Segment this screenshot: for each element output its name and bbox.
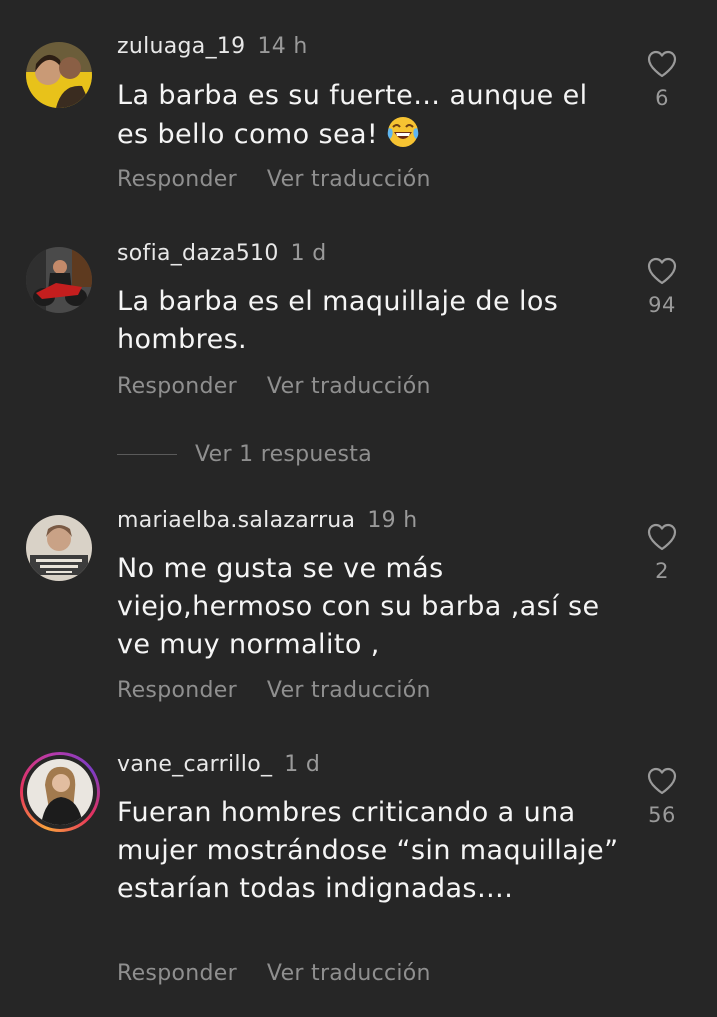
avatar-image-frame xyxy=(27,759,93,825)
comment-body: No me gusta se ve más viejo,hermoso con … xyxy=(117,553,600,660)
avatar-image xyxy=(26,515,92,581)
like-count: 2 xyxy=(655,559,669,583)
username[interactable]: sofia_daza510 xyxy=(117,241,279,266)
comment-actions: Responder Ver traducción xyxy=(117,167,431,192)
see-translation-button[interactable]: Ver traducción xyxy=(267,961,431,986)
username[interactable]: mariaelba.salazarrua xyxy=(117,508,355,533)
heart-outline-icon[interactable] xyxy=(647,767,677,795)
avatar[interactable] xyxy=(26,42,92,108)
comment-text: La barba es el maquillaje de los hombres… xyxy=(117,283,627,359)
avatar-with-story-ring[interactable] xyxy=(20,752,100,832)
story-ring-gap xyxy=(23,755,97,829)
comment-body: Fueran hombres criticando a una mujer mo… xyxy=(117,797,619,904)
see-translation-button[interactable]: Ver traducción xyxy=(267,678,431,703)
like-count: 56 xyxy=(648,803,676,827)
replies-divider xyxy=(117,454,177,455)
like-button[interactable]: 56 xyxy=(630,767,694,827)
comment-meta: vane_carrillo_ 1 d xyxy=(117,752,320,777)
comment-text: La barba es su fuerte… aunque el es bell… xyxy=(117,77,627,160)
heart-outline-icon[interactable] xyxy=(647,50,677,78)
comment-actions: Responder Ver traducción xyxy=(117,961,431,986)
reply-button[interactable]: Responder xyxy=(117,678,237,703)
like-button[interactable]: 94 xyxy=(630,257,694,317)
avatar-image xyxy=(26,42,92,108)
username[interactable]: zuluaga_19 xyxy=(117,34,245,59)
comment-actions: Responder Ver traducción xyxy=(117,678,431,703)
comment-text: Fueran hombres criticando a una mujer mo… xyxy=(117,794,627,908)
username[interactable]: vane_carrillo_ xyxy=(117,752,272,777)
heart-outline-icon[interactable] xyxy=(647,257,677,285)
see-translation-button[interactable]: Ver traducción xyxy=(267,374,431,399)
reply-button[interactable]: Responder xyxy=(117,167,237,192)
like-button[interactable]: 6 xyxy=(630,50,694,110)
comment-body: La barba es su fuerte… aunque el es bell… xyxy=(117,80,588,150)
avatar[interactable] xyxy=(26,247,92,313)
timestamp: 1 d xyxy=(284,752,321,777)
like-count: 6 xyxy=(655,86,669,110)
avatar-image xyxy=(27,759,93,825)
comment-body: La barba es el maquillaje de los hombres… xyxy=(117,286,559,355)
see-translation-button[interactable]: Ver traducción xyxy=(267,167,431,192)
comment-actions: Responder Ver traducción xyxy=(117,374,431,399)
like-count: 94 xyxy=(648,293,676,317)
reply-button[interactable]: Responder xyxy=(117,961,237,986)
avatar-image xyxy=(26,247,92,313)
comment-meta: mariaelba.salazarrua 19 h xyxy=(117,508,417,533)
laughing-emoji-icon xyxy=(386,115,420,160)
view-replies-label: Ver 1 respuesta xyxy=(195,442,372,467)
comment-meta: sofia_daza510 1 d xyxy=(117,241,327,266)
view-replies-button[interactable]: Ver 1 respuesta xyxy=(117,442,372,467)
comment-text: No me gusta se ve más viejo,hermoso con … xyxy=(117,550,627,664)
timestamp: 19 h xyxy=(367,508,418,533)
avatar[interactable] xyxy=(26,515,92,581)
reply-button[interactable]: Responder xyxy=(117,374,237,399)
comment-meta: zuluaga_19 14 h xyxy=(117,34,308,59)
like-button[interactable]: 2 xyxy=(630,523,694,583)
timestamp: 1 d xyxy=(290,241,327,266)
timestamp: 14 h xyxy=(257,34,308,59)
heart-outline-icon[interactable] xyxy=(647,523,677,551)
